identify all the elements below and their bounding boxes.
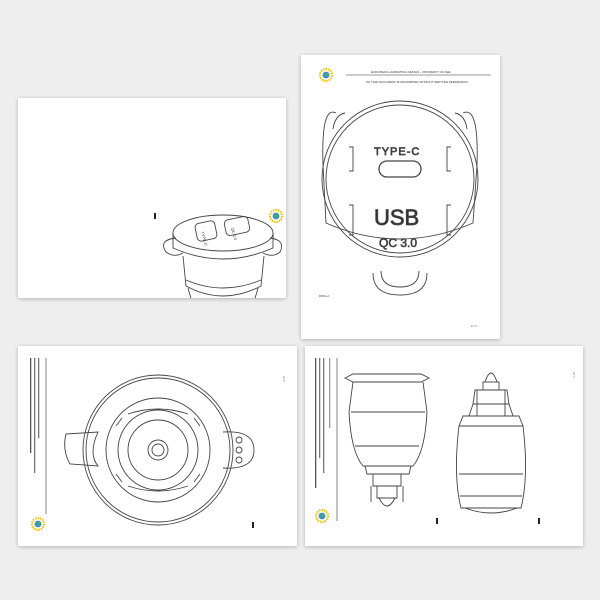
view-marker bbox=[252, 522, 254, 528]
usb-socket-top-view bbox=[321, 100, 479, 296]
label-usb: USB bbox=[374, 205, 419, 230]
page-number: 3 / 7 bbox=[282, 376, 286, 382]
company-logo bbox=[314, 508, 330, 524]
title-block-text-4 bbox=[329, 358, 331, 428]
usb-socket-isometric bbox=[163, 214, 283, 298]
view-marker bbox=[154, 213, 156, 219]
drawing-sheet-isometric[interactable]: TYPE-C QC 3.0 bbox=[18, 98, 286, 298]
bottom-view-drawing: 3 / 7 bbox=[30, 358, 286, 532]
title-block-text-3 bbox=[323, 358, 325, 473]
title-block-text-2 bbox=[319, 358, 321, 458]
drawing-sheet-top[interactable]: EUROPEAN LAMINATING DESIGN – PROPERTY OF… bbox=[301, 55, 500, 339]
usb-socket-bottom-view bbox=[64, 374, 255, 526]
page-number: 4 / 7 bbox=[572, 372, 576, 378]
drawing-sheet-bottom[interactable]: 3 / 7 bbox=[18, 346, 297, 546]
drawing-sheet-side[interactable]: 4 / 7 bbox=[305, 346, 583, 546]
label-qc: QC 3.0 bbox=[379, 236, 417, 250]
title-block-text-2 bbox=[34, 358, 36, 473]
isometric-drawing: TYPE-C QC 3.0 bbox=[154, 208, 284, 298]
company-logo bbox=[318, 67, 334, 83]
usb-socket-side-view bbox=[343, 373, 431, 507]
company-logo bbox=[268, 208, 284, 224]
port-label-qc: QC 3.0 bbox=[230, 227, 238, 241]
header-line-2: OF THIS DOCUMENT IS PROHIBITED WITHOUT W… bbox=[366, 80, 468, 84]
side-view-drawing: 4 / 7 bbox=[314, 358, 576, 524]
header-line-1: EUROPEAN LAMINATING DESIGN – PROPERTY OF… bbox=[371, 70, 451, 74]
title-block-text-3 bbox=[38, 358, 40, 438]
company-logo bbox=[30, 516, 46, 532]
label-type-c: TYPE-C bbox=[374, 146, 420, 158]
page-number: 2 / 7 bbox=[471, 324, 477, 328]
title-block-text-1 bbox=[30, 358, 32, 453]
view-marker-1 bbox=[436, 518, 438, 524]
usb-socket-front-view bbox=[455, 372, 527, 514]
view-marker-2 bbox=[538, 518, 540, 524]
footer-left: DWG-2 bbox=[319, 294, 329, 298]
title-block-text-1 bbox=[315, 358, 317, 488]
port-label-type-c: TYPE-C bbox=[200, 231, 209, 247]
top-view-drawing: EUROPEAN LAMINATING DESIGN – PROPERTY OF… bbox=[318, 67, 491, 328]
